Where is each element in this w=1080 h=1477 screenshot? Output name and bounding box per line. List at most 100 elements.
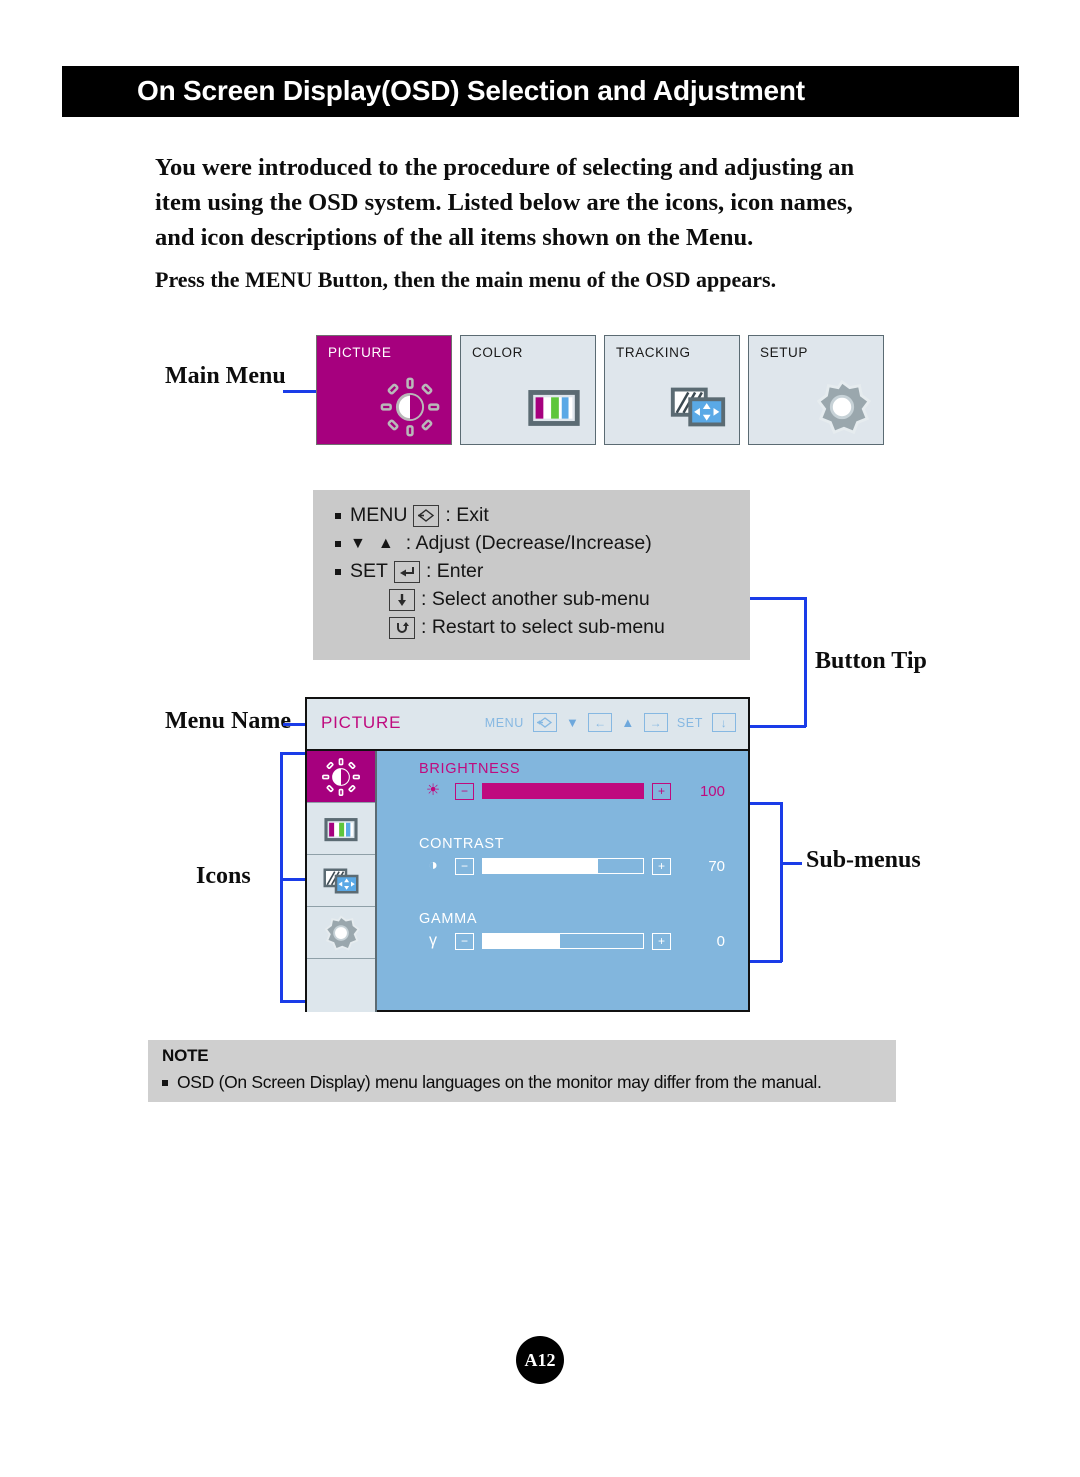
connector-submenus-vertical	[780, 802, 783, 962]
bullet-square	[335, 512, 341, 519]
contrast-slider[interactable]	[482, 858, 644, 874]
exit-diamond-icon	[413, 504, 440, 527]
main-menu-tile-picture[interactable]: PICTURE	[316, 335, 452, 445]
main-menu-tile-setup[interactable]: SETUP	[748, 335, 884, 445]
tip-line-set-enter: SET : Enter	[335, 560, 483, 583]
connector-submenus-stub	[780, 862, 802, 865]
submenu-slider-row[interactable]: ◑ − + 70	[419, 855, 749, 877]
tip-line-restart-submenu: : Restart to select sub-menu	[389, 616, 665, 639]
tip-desc: : Exit	[445, 504, 489, 526]
connector-menu-name	[283, 723, 305, 726]
slider-value: 100	[699, 782, 725, 800]
connector-button-tip-vertical	[804, 597, 807, 727]
manual-page: On Screen Display(OSD) Selection and Adj…	[0, 0, 1080, 1477]
increase-button[interactable]: +	[652, 857, 671, 875]
restart-icon	[389, 616, 415, 639]
osd-icon-sidebar	[307, 751, 377, 1012]
up-triangle-icon: ▲	[621, 715, 635, 730]
slider-fill	[483, 859, 599, 873]
note-title: NOTE	[162, 1046, 209, 1065]
slider-value: 70	[708, 857, 725, 875]
submenu-slider-row[interactable]: ☀ − + 100	[419, 780, 749, 802]
osd-key-set-label: SET	[676, 715, 703, 730]
tip-desc: : Enter	[425, 560, 484, 582]
annotation-button-tip: Button Tip	[815, 648, 927, 674]
page-title: On Screen Display(OSD) Selection and Adj…	[137, 75, 805, 106]
down-arrow-icon	[389, 588, 415, 611]
connector-button-tip-bottom	[750, 725, 806, 728]
connector-main-menu	[283, 390, 316, 393]
intro-paragraph: You were introduced to the procedure of …	[155, 154, 855, 251]
decrease-button[interactable]: −	[455, 857, 474, 875]
down-triangle-icon: ▼	[565, 715, 580, 730]
connector-icons-top	[280, 752, 306, 755]
tip-line-menu-exit: MENU : Exit	[335, 504, 489, 527]
osd-key-menu-label: MENU	[484, 715, 524, 730]
button-tip-box: MENU : Exit ▼ ▲ : Adjust (Decrease/Incre…	[313, 490, 750, 660]
increase-right-icon[interactable]: →	[643, 713, 668, 732]
press-menu-instruction: Press the MENU Button, then the main men…	[155, 267, 777, 292]
bullet-square	[335, 568, 341, 575]
page-header-bar: On Screen Display(OSD) Selection and Adj…	[62, 66, 1019, 117]
slider-fill	[483, 934, 560, 948]
submenu-label: GAMMA	[419, 911, 478, 927]
tip-label: SET	[350, 560, 388, 582]
submenu-label: BRIGHTNESS	[419, 761, 521, 777]
gear-icon	[324, 914, 360, 950]
enter-icon	[393, 560, 420, 583]
connector-icons-vertical	[280, 752, 283, 1002]
osd-sidebar-item-tracking[interactable]	[307, 855, 375, 907]
bullet-square	[335, 540, 341, 547]
tip-desc: : Select another sub-menu	[421, 588, 650, 610]
tip-line-select-submenu: : Select another sub-menu	[389, 588, 650, 611]
note-body: OSD (On Screen Display) menu languages o…	[162, 1072, 822, 1093]
submenu-slider-row[interactable]: γ − + 0	[419, 930, 749, 952]
osd-sidebar-item-color[interactable]	[307, 803, 375, 855]
connector-submenus-bottom	[750, 960, 782, 963]
osd-header: PICTURE MENU ▼ ← ▲ → SET ↓	[307, 699, 748, 751]
osd-submenu-body: BRIGHTNESS ☀ − + 100 CONTRAST ◑ − + 70 G…	[377, 751, 748, 1010]
select-down-icon[interactable]: ↓	[712, 713, 736, 732]
brightness-sun-icon	[322, 757, 360, 796]
osd-submenu-contrast[interactable]: CONTRAST ◑ − + 70	[419, 836, 749, 877]
osd-sidebar-item-setup[interactable]	[307, 907, 375, 959]
color-bars-icon	[528, 390, 580, 426]
brightness-sun-icon	[380, 377, 440, 437]
tile-label: SETUP	[760, 345, 809, 360]
connector-submenus-top	[750, 802, 782, 805]
osd-panel: PICTURE MENU ▼ ← ▲ → SET ↓ BRIGHTNESS ☀ …	[305, 697, 750, 1012]
gamma-slider[interactable]	[482, 933, 644, 949]
slider-value: 0	[716, 932, 725, 950]
note-text: OSD (On Screen Display) menu languages o…	[177, 1072, 822, 1092]
tracking-screen-icon	[323, 868, 359, 893]
down-triangle-icon: ▼	[350, 534, 366, 552]
brightness-slider[interactable]	[482, 783, 644, 799]
osd-submenu-brightness[interactable]: BRIGHTNESS ☀ − + 100	[419, 761, 749, 802]
osd-sidebar-item-picture[interactable]	[307, 751, 375, 803]
up-triangle-icon: ▲	[377, 534, 394, 552]
osd-key-hints: MENU ▼ ← ▲ → SET ↓	[485, 713, 736, 732]
main-menu-tile-tracking[interactable]: TRACKING	[604, 335, 740, 445]
main-menu-tile-color[interactable]: COLOR	[460, 335, 596, 445]
tile-label: PICTURE	[328, 345, 392, 360]
submenu-label: CONTRAST	[419, 836, 505, 852]
annotation-menu-name: Menu Name	[165, 708, 291, 734]
osd-submenu-gamma[interactable]: GAMMA γ − + 0	[419, 911, 749, 952]
annotation-sub-menus: Sub-menus	[806, 847, 921, 873]
note-box: NOTE OSD (On Screen Display) menu langua…	[148, 1040, 896, 1102]
tile-label: TRACKING	[616, 345, 691, 360]
tip-line-adjust: ▼ ▲ : Adjust (Decrease/Increase)	[335, 532, 652, 555]
bullet-square	[162, 1079, 168, 1086]
decrease-button[interactable]: −	[455, 782, 474, 800]
color-bars-icon	[324, 817, 358, 841]
tracking-screen-icon	[670, 387, 726, 427]
decrease-left-icon[interactable]: ←	[588, 713, 613, 732]
page-number-badge: A12	[516, 1336, 564, 1384]
connector-button-tip-top	[750, 597, 806, 600]
increase-button[interactable]: +	[652, 782, 671, 800]
increase-button[interactable]: +	[652, 932, 671, 950]
decrease-button[interactable]: −	[455, 932, 474, 950]
annotation-main-menu: Main Menu	[165, 363, 286, 389]
exit-diamond-icon[interactable]	[532, 713, 557, 732]
annotation-icons: Icons	[196, 863, 251, 889]
